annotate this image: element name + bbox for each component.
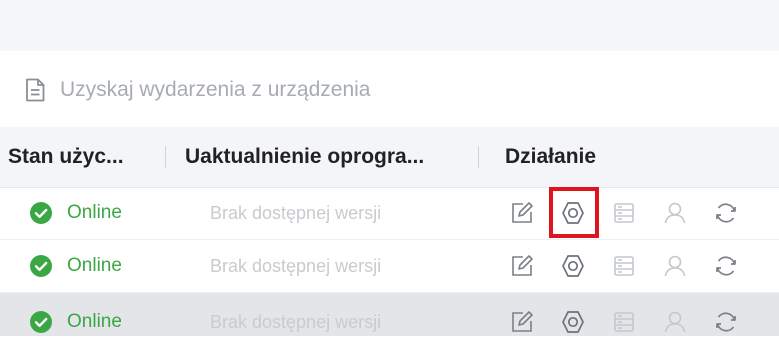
status-text: Online	[67, 255, 122, 276]
status-cell: Online	[30, 293, 122, 351]
storage-icon[interactable]	[610, 308, 638, 336]
column-header-status[interactable]: Stan użyc...	[8, 127, 124, 187]
get-events-button[interactable]: Uzyskaj wydarzenia z urządzenia	[24, 75, 370, 105]
storage-icon[interactable]	[610, 252, 638, 280]
settings-icon[interactable]	[559, 199, 587, 227]
refresh-icon[interactable]	[712, 252, 740, 280]
user-icon[interactable]	[661, 199, 689, 227]
edit-icon[interactable]	[508, 199, 536, 227]
upgrade-status: Brak dostępnej wersji	[210, 311, 382, 332]
get-events-label: Uzyskaj wydarzenia z urządzenia	[60, 78, 371, 101]
upgrade-status: Brak dostępnej wersji	[210, 255, 382, 276]
column-divider[interactable]	[478, 146, 479, 168]
column-divider[interactable]	[165, 146, 166, 168]
settings-icon[interactable]	[559, 308, 587, 336]
table-header: Stan użyc... Uaktualnienie oprogra... Dz…	[0, 127, 779, 188]
storage-icon[interactable]	[610, 199, 638, 227]
status-cell: Online	[30, 240, 122, 292]
document-icon	[24, 78, 46, 102]
refresh-icon[interactable]	[712, 308, 740, 336]
column-header-upgrade[interactable]: Uaktualnienie oprogra...	[185, 127, 424, 187]
edit-icon[interactable]	[508, 252, 536, 280]
column-header-action: Działanie	[505, 145, 597, 168]
refresh-icon[interactable]	[712, 199, 740, 227]
table-row[interactable]: Online Brak dostępnej wersji	[0, 240, 779, 293]
table-row[interactable]: Online Brak dostępnej wersji	[0, 293, 779, 336]
settings-icon[interactable]	[559, 252, 587, 280]
online-check-icon	[30, 311, 52, 333]
status-text: Online	[67, 202, 122, 223]
edit-icon[interactable]	[508, 308, 536, 336]
status-cell: Online	[30, 187, 122, 239]
upgrade-status: Brak dostępnej wersji	[210, 202, 382, 223]
top-band	[0, 0, 779, 51]
user-icon[interactable]	[661, 308, 689, 336]
user-icon[interactable]	[661, 252, 689, 280]
table-row[interactable]: Online Brak dostępnej wersji	[0, 187, 779, 240]
status-text: Online	[67, 311, 122, 332]
online-check-icon	[30, 255, 52, 277]
online-check-icon	[30, 202, 52, 224]
